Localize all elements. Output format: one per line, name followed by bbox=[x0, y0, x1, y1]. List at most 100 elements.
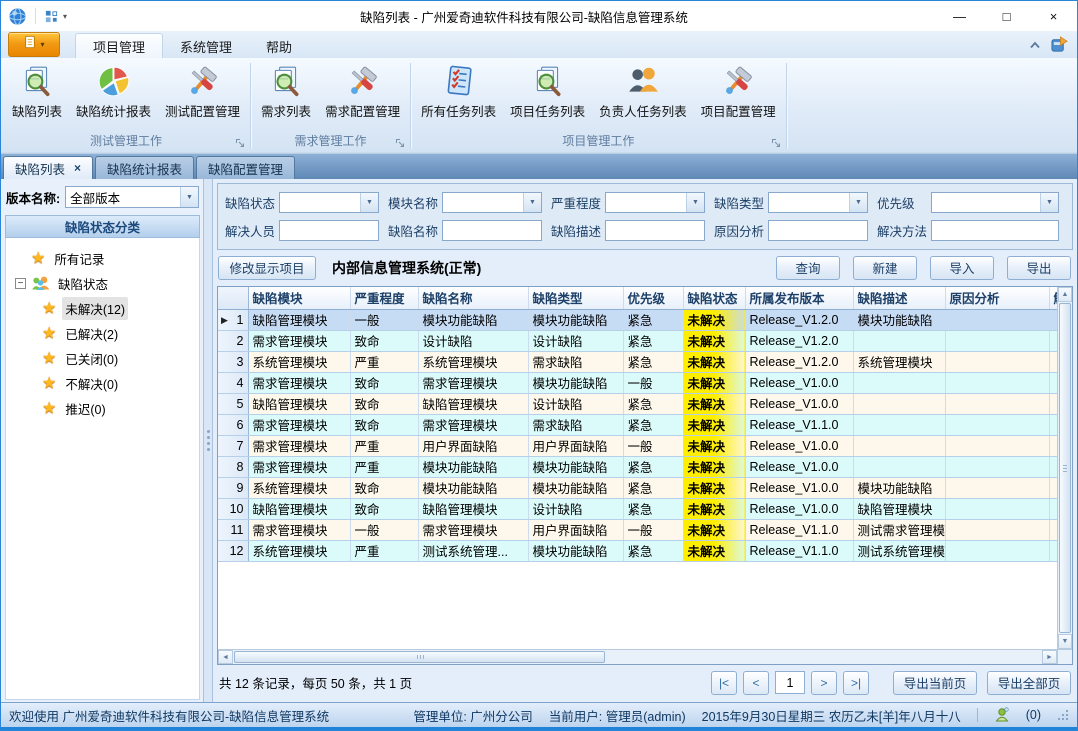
cell-severity[interactable]: 严重 bbox=[350, 351, 418, 372]
column-header-module[interactable]: 缺陷模块 bbox=[248, 287, 350, 309]
row-header[interactable]: 6 bbox=[218, 414, 248, 435]
ribbon-button-project-config-management[interactable]: 项目配置管理 bbox=[694, 60, 783, 120]
cell-module[interactable]: 需求管理模块 bbox=[248, 519, 350, 540]
filter-defect-type-combobox[interactable]: ▼ bbox=[768, 192, 868, 213]
row-header[interactable]: 2 bbox=[218, 330, 248, 351]
chevron-down-icon[interactable]: ▼ bbox=[686, 193, 704, 212]
cell-type[interactable]: 需求缺陷 bbox=[528, 351, 623, 372]
cell-module[interactable]: 系统管理模块 bbox=[248, 477, 350, 498]
cell-analysis[interactable] bbox=[945, 456, 1049, 477]
cell-description[interactable] bbox=[853, 435, 945, 456]
cell-status[interactable]: 未解决 bbox=[683, 309, 745, 330]
tree-item-all-records[interactable]: ★所有记录 bbox=[6, 246, 199, 271]
row-header[interactable]: 5 bbox=[218, 393, 248, 414]
cell-version[interactable]: Release_V1.0.0 bbox=[745, 372, 853, 393]
cell-severity[interactable]: 一般 bbox=[350, 519, 418, 540]
ribbon-tab-project-management[interactable]: 项目管理 bbox=[75, 33, 163, 58]
cell-type[interactable]: 设计缺陷 bbox=[528, 393, 623, 414]
cell-module[interactable]: 系统管理模块 bbox=[248, 540, 350, 561]
next-page-button[interactable]: > bbox=[811, 671, 837, 695]
row-header[interactable]: 9 bbox=[218, 477, 248, 498]
horizontal-scrollbar-thumb[interactable] bbox=[234, 651, 605, 663]
cell-name[interactable]: 测试系统管理... bbox=[418, 540, 528, 561]
cell-name[interactable]: 模块功能缺陷 bbox=[418, 456, 528, 477]
table-row[interactable]: ▶1缺陷管理模块一般模块功能缺陷模块功能缺陷紧急未解决Release_V1.2.… bbox=[218, 309, 1063, 330]
resize-grip[interactable] bbox=[1057, 709, 1069, 721]
column-header-type[interactable]: 缺陷类型 bbox=[528, 287, 623, 309]
row-header[interactable]: ▶1 bbox=[218, 309, 248, 330]
row-header[interactable]: 11 bbox=[218, 519, 248, 540]
cell-analysis[interactable] bbox=[945, 309, 1049, 330]
scroll-right-icon[interactable]: ► bbox=[1042, 650, 1057, 664]
cell-description[interactable]: 模块功能缺陷 bbox=[853, 477, 945, 498]
table-row[interactable]: 7需求管理模块严重用户界面缺陷用户界面缺陷一般未解决Release_V1.0.0 bbox=[218, 435, 1063, 456]
cell-status[interactable]: 未解决 bbox=[683, 393, 745, 414]
tree-item-defect-status[interactable]: −缺陷状态 bbox=[6, 271, 199, 296]
cell-priority[interactable]: 紧急 bbox=[623, 540, 683, 561]
ribbon-tab-help[interactable]: 帮助 bbox=[249, 34, 309, 58]
cell-priority[interactable]: 紧急 bbox=[623, 393, 683, 414]
cell-analysis[interactable] bbox=[945, 498, 1049, 519]
create-button[interactable]: 新建 bbox=[853, 256, 917, 280]
cell-priority[interactable]: 紧急 bbox=[623, 456, 683, 477]
ribbon-button-owner-tasks-list[interactable]: 负责人任务列表 bbox=[592, 60, 694, 120]
modify-columns-button[interactable]: 修改显示项目 bbox=[218, 256, 316, 280]
cell-analysis[interactable] bbox=[945, 330, 1049, 351]
ribbon-button-defect-list[interactable]: 缺陷列表 bbox=[5, 60, 69, 120]
cell-severity[interactable]: 严重 bbox=[350, 456, 418, 477]
ribbon-button-requirement-list[interactable]: 需求列表 bbox=[254, 60, 318, 120]
ribbon-button-defect-stats-report[interactable]: 缺陷统计报表 bbox=[69, 60, 158, 120]
cell-status[interactable]: 未解决 bbox=[683, 540, 745, 561]
row-header[interactable]: 3 bbox=[218, 351, 248, 372]
tree-item-resolved[interactable]: ★已解决(2) bbox=[6, 321, 199, 346]
cell-analysis[interactable] bbox=[945, 477, 1049, 498]
doc-tab-defect-list[interactable]: 缺陷列表× bbox=[3, 156, 93, 179]
cell-type[interactable]: 需求缺陷 bbox=[528, 414, 623, 435]
cell-analysis[interactable] bbox=[945, 519, 1049, 540]
cell-description[interactable] bbox=[853, 456, 945, 477]
cell-severity[interactable]: 严重 bbox=[350, 540, 418, 561]
row-header[interactable]: 7 bbox=[218, 435, 248, 456]
scroll-left-icon[interactable]: ◄ bbox=[218, 650, 233, 664]
cell-status[interactable]: 未解决 bbox=[683, 435, 745, 456]
collapse-ribbon-icon[interactable] bbox=[1029, 41, 1041, 49]
version-combobox[interactable]: 全部版本 ▼ bbox=[65, 186, 199, 208]
cell-description[interactable] bbox=[853, 393, 945, 414]
cell-type[interactable]: 设计缺陷 bbox=[528, 330, 623, 351]
cell-priority[interactable]: 紧急 bbox=[623, 414, 683, 435]
chevron-down-icon[interactable]: ▼ bbox=[523, 193, 541, 212]
column-header-name[interactable]: 缺陷名称 bbox=[418, 287, 528, 309]
column-header-description[interactable]: 缺陷描述 bbox=[853, 287, 945, 309]
cell-module[interactable]: 系统管理模块 bbox=[248, 351, 350, 372]
cell-module[interactable]: 需求管理模块 bbox=[248, 330, 350, 351]
cell-name[interactable]: 需求管理模块 bbox=[418, 414, 528, 435]
export-button[interactable]: 导出 bbox=[1007, 256, 1071, 280]
filter-resolver-input[interactable] bbox=[279, 220, 379, 241]
cell-status[interactable]: 未解决 bbox=[683, 477, 745, 498]
cell-module[interactable]: 需求管理模块 bbox=[248, 414, 350, 435]
filter-defect-name-input[interactable] bbox=[442, 220, 542, 241]
column-header-priority[interactable]: 优先级 bbox=[623, 287, 683, 309]
cell-analysis[interactable] bbox=[945, 540, 1049, 561]
minimize-button[interactable]: — bbox=[936, 1, 983, 31]
close-button[interactable]: × bbox=[1030, 1, 1077, 31]
cell-status[interactable]: 未解决 bbox=[683, 414, 745, 435]
export-all-pages-button[interactable]: 导出全部页 bbox=[987, 671, 1071, 695]
cell-status[interactable]: 未解决 bbox=[683, 498, 745, 519]
cell-version[interactable]: Release_V1.0.0 bbox=[745, 477, 853, 498]
cell-module[interactable]: 缺陷管理模块 bbox=[248, 393, 350, 414]
cell-description[interactable]: 测试需求管理模块 bbox=[853, 519, 945, 540]
cell-status[interactable]: 未解决 bbox=[683, 456, 745, 477]
cell-type[interactable]: 设计缺陷 bbox=[528, 498, 623, 519]
tree-item-postponed[interactable]: ★推迟(0) bbox=[6, 396, 199, 421]
cell-module[interactable]: 缺陷管理模块 bbox=[248, 498, 350, 519]
filter-priority-combobox[interactable]: ▼ bbox=[931, 192, 1059, 213]
doc-tab-defect-config-management[interactable]: 缺陷配置管理 bbox=[196, 156, 295, 179]
vertical-scrollbar[interactable]: ▲ ▼ bbox=[1057, 287, 1072, 649]
filter-defect-description-input[interactable] bbox=[605, 220, 705, 241]
cell-analysis[interactable] bbox=[945, 393, 1049, 414]
last-page-button[interactable]: >| bbox=[843, 671, 869, 695]
row-header[interactable]: 8 bbox=[218, 456, 248, 477]
chevron-down-icon[interactable]: ▼ bbox=[849, 193, 867, 212]
cell-analysis[interactable] bbox=[945, 414, 1049, 435]
